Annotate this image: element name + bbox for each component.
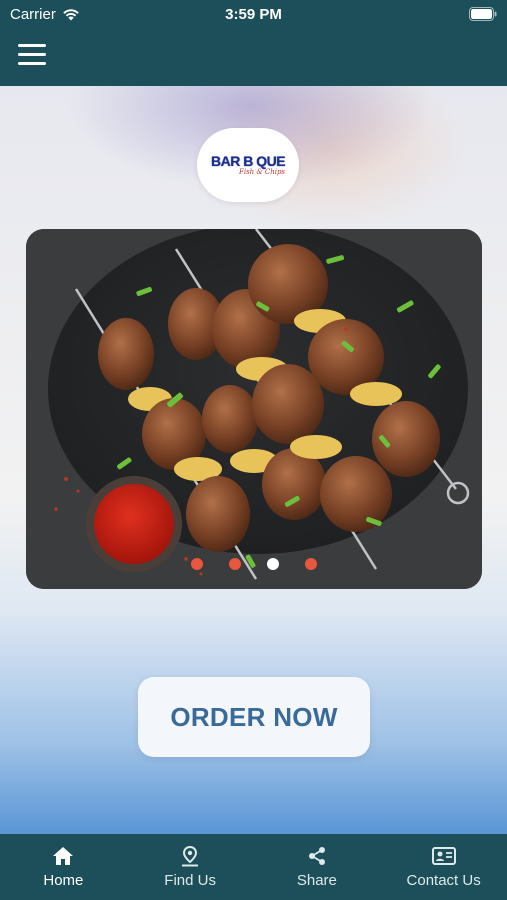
bottom-navigation: Home Find Us Share Contact Us xyxy=(0,834,507,900)
carousel-dot-3[interactable] xyxy=(267,558,279,570)
order-now-button[interactable]: ORDER NOW xyxy=(138,677,370,757)
logo-subtitle: Fish & Chips xyxy=(238,168,286,176)
nav-contact-us-label: Contact Us xyxy=(406,872,481,889)
nav-home[interactable]: Home xyxy=(0,834,127,900)
brand-logo: BAR B QUE Fish & Chips xyxy=(197,128,299,202)
carousel-dot-2[interactable] xyxy=(229,558,241,570)
home-icon xyxy=(52,844,74,868)
nav-find-us[interactable]: Find Us xyxy=(127,834,254,900)
home-screen: BAR B QUE Fish & Chips ORDER NOW xyxy=(0,86,507,834)
nav-share[interactable]: Share xyxy=(254,834,381,900)
share-icon xyxy=(307,844,327,868)
hamburger-menu-icon[interactable] xyxy=(18,44,46,66)
kebab-food-image xyxy=(26,229,482,589)
status-time: 3:59 PM xyxy=(225,6,282,23)
nav-home-label: Home xyxy=(43,872,84,889)
nav-find-us-label: Find Us xyxy=(164,872,216,889)
battery-icon xyxy=(469,7,497,25)
logo-title: BAR B QUE xyxy=(210,153,286,169)
contact-card-icon xyxy=(431,844,456,868)
carousel-indicators xyxy=(26,558,482,570)
location-pin-icon xyxy=(180,844,200,868)
carousel-dot-1[interactable] xyxy=(191,558,203,570)
nav-share-label: Share xyxy=(296,872,337,889)
nav-contact-us[interactable]: Contact Us xyxy=(380,834,507,900)
top-bar: Carrier 3:59 PM xyxy=(0,0,507,86)
carousel-dot-4[interactable] xyxy=(305,558,317,570)
hero-carousel[interactable] xyxy=(26,229,482,589)
status-bar: Carrier 3:59 PM xyxy=(0,0,507,30)
